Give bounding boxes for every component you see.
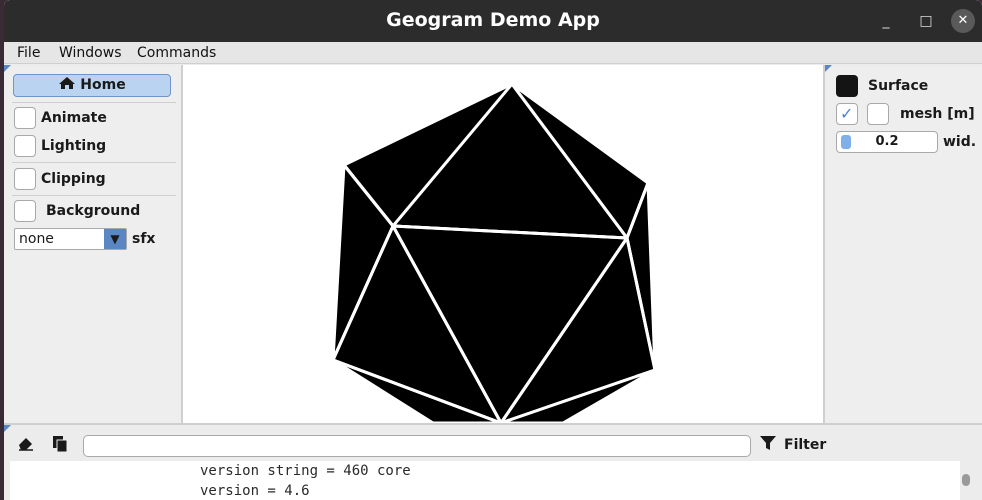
lighting-label: Lighting: [41, 138, 107, 154]
home-button[interactable]: Home: [13, 74, 171, 97]
sfx-select-value: none: [19, 231, 54, 247]
surface-color-swatch[interactable]: [836, 75, 858, 97]
surface-label: Surface: [868, 78, 929, 94]
copy-icon[interactable]: [50, 435, 70, 455]
width-label: wid.: [943, 134, 977, 150]
sfx-label: sfx: [132, 231, 156, 247]
title-bar[interactable]: Geogram Demo App _ □ ✕: [4, 0, 982, 42]
window-title: Geogram Demo App: [386, 9, 600, 31]
console-log[interactable]: version string = 460 core version = 4.6: [10, 461, 960, 500]
filter-input[interactable]: [83, 435, 751, 457]
filter-label: Filter: [784, 437, 827, 453]
right-panel: Surface ✓ mesh [m] 0.2 wid.: [823, 65, 982, 423]
divider: [12, 162, 176, 163]
minimize-button[interactable]: _: [874, 9, 898, 33]
lighting-checkbox[interactable]: [14, 135, 36, 157]
console-panel: Filter version string = 460 core version…: [4, 423, 982, 500]
mesh-enable-checkbox[interactable]: ✓: [836, 103, 858, 125]
left-panel: Home Animate Lighting Clipping Backgroun…: [4, 65, 183, 423]
home-button-label: Home: [80, 77, 126, 93]
close-button[interactable]: ✕: [951, 9, 975, 33]
mesh-color-swatch[interactable]: [867, 103, 889, 125]
panel-corner-marker: [825, 65, 832, 72]
menu-bar: File Windows Commands: [4, 42, 982, 64]
menu-windows[interactable]: Windows: [59, 45, 122, 61]
clipping-label: Clipping: [41, 171, 106, 187]
home-icon: [58, 75, 76, 96]
background-checkbox[interactable]: [14, 200, 36, 222]
panel-corner-marker: [4, 65, 11, 72]
eraser-icon[interactable]: [16, 435, 36, 455]
mesh-width-value: 0.2: [875, 134, 899, 149]
3d-viewport[interactable]: [183, 65, 823, 423]
animate-label: Animate: [41, 110, 107, 126]
menu-file[interactable]: File: [17, 45, 40, 61]
mesh-width-slider[interactable]: 0.2: [836, 131, 938, 153]
sfx-select[interactable]: none ▼: [14, 228, 127, 250]
triangle-down-icon[interactable]: ▼: [104, 229, 126, 249]
filter-icon[interactable]: [758, 435, 778, 455]
mesh-label: mesh [m]: [900, 106, 975, 122]
maximize-button[interactable]: □: [914, 9, 938, 33]
checkmark-icon: ✓: [840, 104, 854, 123]
panel-corner-marker: [4, 425, 11, 432]
log-line: version = 4.6: [200, 483, 310, 499]
clipping-checkbox[interactable]: [14, 168, 36, 190]
icosahedron-mesh[interactable]: [183, 65, 823, 423]
menu-commands[interactable]: Commands: [137, 45, 216, 61]
background-label: Background: [46, 203, 141, 219]
app-window: Geogram Demo App _ □ ✕ File Windows Comm…: [4, 0, 982, 500]
animate-checkbox[interactable]: [14, 107, 36, 129]
log-line: version string = 460 core: [200, 463, 411, 479]
divider: [12, 102, 176, 103]
divider: [12, 195, 176, 196]
console-scrollbar[interactable]: [962, 474, 970, 486]
